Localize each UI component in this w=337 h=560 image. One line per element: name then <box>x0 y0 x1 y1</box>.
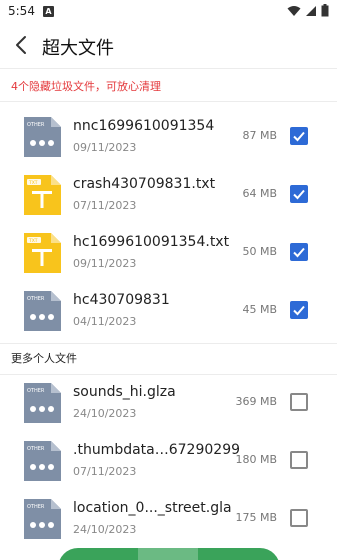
svg-text:OTHER: OTHER <box>27 504 45 510</box>
file-date: 24/10/2023 <box>73 523 137 536</box>
file-date: 04/11/2023 <box>73 315 137 328</box>
file-select-checkbox[interactable] <box>290 301 308 319</box>
file-date: 09/11/2023 <box>73 257 137 270</box>
divider <box>0 101 337 102</box>
svg-text:OTHER: OTHER <box>27 122 45 128</box>
file-size: 45 MB <box>242 303 277 316</box>
file-select-checkbox[interactable] <box>290 451 308 469</box>
checkmark-icon <box>293 131 305 142</box>
other-file-icon: OTHER <box>21 440 63 482</box>
file-row[interactable]: OTHER sounds_hi.glza 24/10/2023 369 MB <box>0 376 337 434</box>
file-name: nnc1699610091354 <box>73 118 215 134</box>
hidden-files-notice: 4个隐藏垃圾文件，可放心清理 <box>11 80 161 93</box>
clean-button[interactable] <box>58 548 280 560</box>
file-date: 07/11/2023 <box>73 199 137 212</box>
divider <box>0 343 337 344</box>
status-time: 5:54 <box>8 4 35 18</box>
svg-text:OTHER: OTHER <box>27 388 45 394</box>
file-name: crash430709831.txt <box>73 176 216 192</box>
file-date: 09/11/2023 <box>73 141 137 154</box>
file-size: 64 MB <box>242 187 277 200</box>
chevron-left-icon <box>16 36 26 54</box>
app-notification-icon: A <box>43 6 54 17</box>
file-name: location_0..._street.gla <box>73 500 232 516</box>
file-row[interactable]: OTHER .thumbdata…67290299 07/11/2023 180 MB <box>0 434 337 492</box>
file-size: 369 MB <box>235 395 277 408</box>
svg-text:TXT: TXT <box>28 180 38 186</box>
file-select-checkbox[interactable] <box>290 127 308 145</box>
file-row[interactable]: TXT hc1699610091354.txt 09/11/2023 50 MB <box>0 226 337 284</box>
battery-icon <box>321 4 329 17</box>
app-header: 超大文件 <box>0 24 337 68</box>
divider <box>0 68 337 69</box>
section-title-more-files: 更多个人文件 <box>11 352 77 365</box>
file-select-checkbox[interactable] <box>290 509 308 527</box>
other-file-icon: OTHER <box>21 382 63 424</box>
file-size: 87 MB <box>242 129 277 142</box>
other-file-icon: OTHER <box>21 116 63 158</box>
file-select-checkbox[interactable] <box>290 393 308 411</box>
file-name: .thumbdata…67290299 <box>73 442 241 458</box>
file-select-checkbox[interactable] <box>290 243 308 261</box>
file-name: hc430709831 <box>73 292 170 308</box>
checkmark-icon <box>293 189 305 200</box>
file-size: 180 MB <box>235 453 277 466</box>
svg-text:OTHER: OTHER <box>27 446 45 452</box>
file-name: hc1699610091354.txt <box>73 234 230 250</box>
checkmark-icon <box>293 247 305 258</box>
wifi-icon <box>287 5 301 16</box>
file-size: 50 MB <box>242 245 277 258</box>
svg-text:TXT: TXT <box>28 238 38 244</box>
divider <box>0 374 337 375</box>
svg-text:OTHER: OTHER <box>27 296 45 302</box>
other-file-icon: OTHER <box>21 498 63 540</box>
file-name: sounds_hi.glza <box>73 384 176 400</box>
file-select-checkbox[interactable] <box>290 185 308 203</box>
file-row[interactable]: OTHER location_0..._street.gla 24/10/2023 1… <box>0 492 337 550</box>
file-row[interactable]: OTHER nnc1699610091354 09/11/2023 87 MB <box>0 110 337 168</box>
checkmark-icon <box>293 305 305 316</box>
file-row[interactable]: TXT crash430709831.txt 07/11/2023 64 MB <box>0 168 337 226</box>
file-date: 24/10/2023 <box>73 407 137 420</box>
back-button[interactable] <box>10 33 34 57</box>
status-bar: 5:54 A <box>0 0 337 24</box>
file-size: 175 MB <box>235 511 277 524</box>
txt-file-icon: TXT <box>21 174 63 216</box>
file-date: 07/11/2023 <box>73 465 137 478</box>
status-indicators <box>287 4 329 17</box>
other-file-icon: OTHER <box>21 290 63 332</box>
page-title: 超大文件 <box>42 38 114 59</box>
signal-icon <box>306 5 316 16</box>
file-row[interactable]: OTHER hc430709831 04/11/2023 45 MB <box>0 284 337 342</box>
txt-file-icon: TXT <box>21 232 63 274</box>
button-highlight <box>138 548 198 560</box>
